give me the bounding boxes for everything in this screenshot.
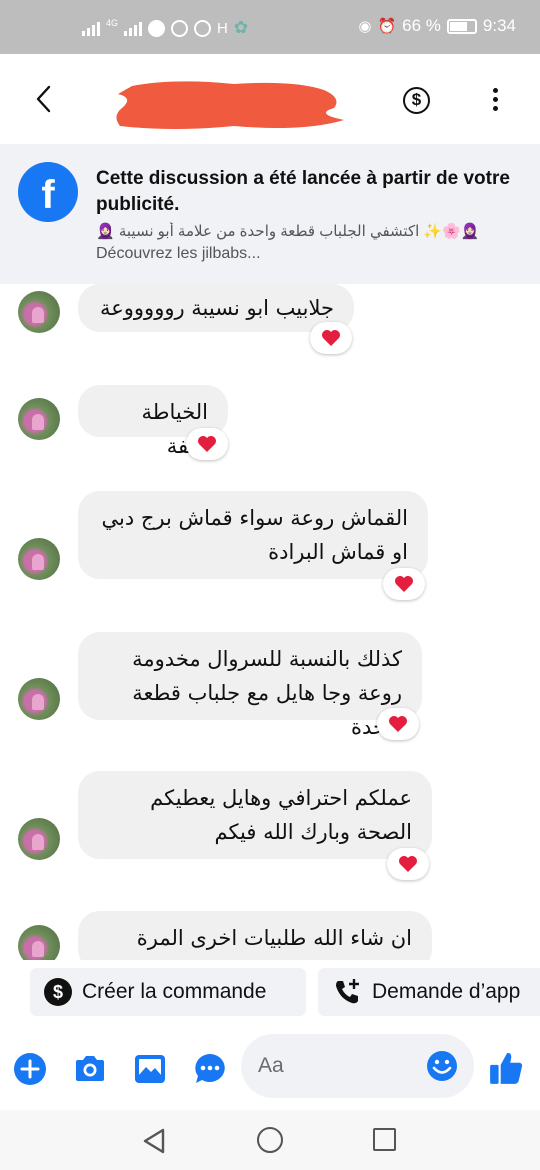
app-notification-icon-2 [194,19,212,37]
carrier-letter: H [217,19,228,37]
more-icon[interactable] [488,88,502,114]
banner-ad-text-fr: Découvrez les jilbabs... [96,245,261,262]
status-icons-left: 4G H ✿ [82,18,248,38]
thumbs-up-icon[interactable] [488,1050,524,1086]
network-badge: 4G [106,18,119,28]
contact-name-redacted[interactable] [114,76,346,134]
ad-banner[interactable]: f Cette discussion a été lancée à partir… [0,144,540,284]
heart-icon [395,576,413,592]
composer-bar: Aa [0,1030,540,1110]
status-icons-right: ◉ ⏰ 66 % 9:34 [358,16,516,36]
facebook-logo-icon: f [18,162,78,222]
battery-icon [446,18,477,34]
chat-header: $ [0,54,540,144]
message-bubble[interactable]: القماش روعة سواء قماش برج دبي او قماش ال… [78,491,428,579]
message-bubble[interactable]: جلابيب ابو نسيبة روووووعة [78,284,354,332]
avatar[interactable] [18,291,60,333]
clock: 9:34 [482,16,516,35]
back-icon[interactable] [30,82,60,116]
banner-ad-text: 🧕🏻🌸✨ اكتشفي الجلباب قطعة واحدة من علامة … [96,223,480,240]
dollar-icon[interactable]: $ [403,87,430,114]
battery-fill [449,21,468,31]
gear-notification-icon: ✿ [233,18,249,37]
gallery-icon[interactable] [133,1052,167,1086]
alarm-icon: ⏰ [377,18,397,35]
heart-icon [399,856,417,872]
avatar[interactable] [18,538,60,580]
battery-percent: 66 % [402,16,441,35]
messenger-screen: 4G H ✿ ◉ ⏰ 66 % 9:34 $ f Cette discussio… [0,0,540,1170]
heart-icon [198,436,216,452]
camera-icon[interactable] [73,1052,107,1086]
heart-icon [389,716,407,732]
signal-icon [82,20,100,36]
dollar-circle-icon: $ [44,978,72,1006]
message-input[interactable]: Aa [241,1034,474,1098]
quick-reply-call-request[interactable]: Demande d’app [318,968,540,1016]
avatar[interactable] [18,818,60,860]
message-input-placeholder: Aa [258,1054,284,1077]
message-bubble[interactable]: كذلك بالنسبة للسروال مخدومة روعة وجا هاي… [78,632,422,739]
chat-dots-icon[interactable] [193,1052,227,1086]
avatar[interactable] [18,398,60,440]
avatar[interactable] [18,925,60,960]
emoji-icon[interactable] [426,1050,458,1082]
message-clip: ان شاء الله طلبيات اخرى المرة المقبلة [0,900,540,960]
reaction-badge[interactable] [387,848,429,880]
quick-reply-label: Demande d’app [372,980,521,1003]
reaction-badge[interactable] [377,708,419,740]
reaction-badge[interactable] [310,322,352,354]
message-bubble[interactable]: ان شاء الله طلبيات اخرى المرة المقبلة [78,911,432,960]
quick-reply-label: Créer la commande [82,980,267,1003]
system-nav-bar [0,1110,540,1170]
app-notification-icon [171,19,189,37]
eye-icon: ◉ [358,18,372,35]
message-bubble[interactable]: عملكم احترافي وهايل يعطيكم الصحة وبارك ا… [78,771,432,859]
plus-icon[interactable] [13,1052,47,1086]
heart-icon [322,330,340,346]
quick-reply-create-order[interactable]: $ Créer la commande [30,968,306,1016]
messenger-notification-icon [148,19,166,37]
signal-icon-2 [124,20,143,36]
phone-plus-icon [336,979,359,1004]
reaction-badge[interactable] [186,428,228,460]
banner-title: Cette discussion a été lancée à partir d… [96,168,510,215]
avatar[interactable] [18,678,60,720]
nav-recent-apps-icon[interactable] [373,1128,396,1151]
nav-home-icon[interactable] [257,1127,283,1153]
reaction-badge[interactable] [383,568,425,600]
status-bar: 4G H ✿ ◉ ⏰ 66 % 9:34 [0,0,540,54]
nav-back-icon[interactable] [142,1128,166,1154]
